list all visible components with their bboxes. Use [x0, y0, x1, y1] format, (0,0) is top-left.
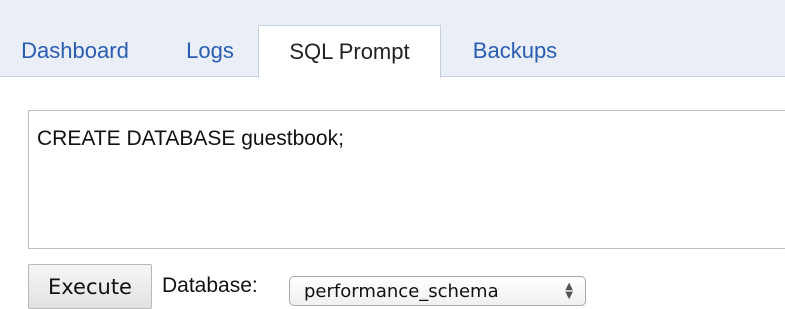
tab-backups[interactable]: Backups: [450, 25, 580, 77]
database-select[interactable]: performance_schema ▲ ▼: [289, 276, 586, 306]
tab-logs[interactable]: Logs: [170, 25, 250, 77]
up-down-chevron-icon: ▲ ▼: [565, 281, 573, 301]
sql-query-input[interactable]: [28, 110, 785, 249]
tab-bar: Dashboard Logs SQL Prompt Backups: [0, 0, 785, 78]
sql-prompt-page: Dashboard Logs SQL Prompt Backups Execut…: [0, 0, 785, 309]
database-label: Database:: [162, 274, 258, 297]
execute-button[interactable]: Execute: [28, 264, 152, 309]
tab-sql-prompt[interactable]: SQL Prompt: [258, 25, 441, 78]
database-select-value: performance_schema: [304, 280, 499, 302]
tab-dashboard[interactable]: Dashboard: [0, 25, 150, 77]
